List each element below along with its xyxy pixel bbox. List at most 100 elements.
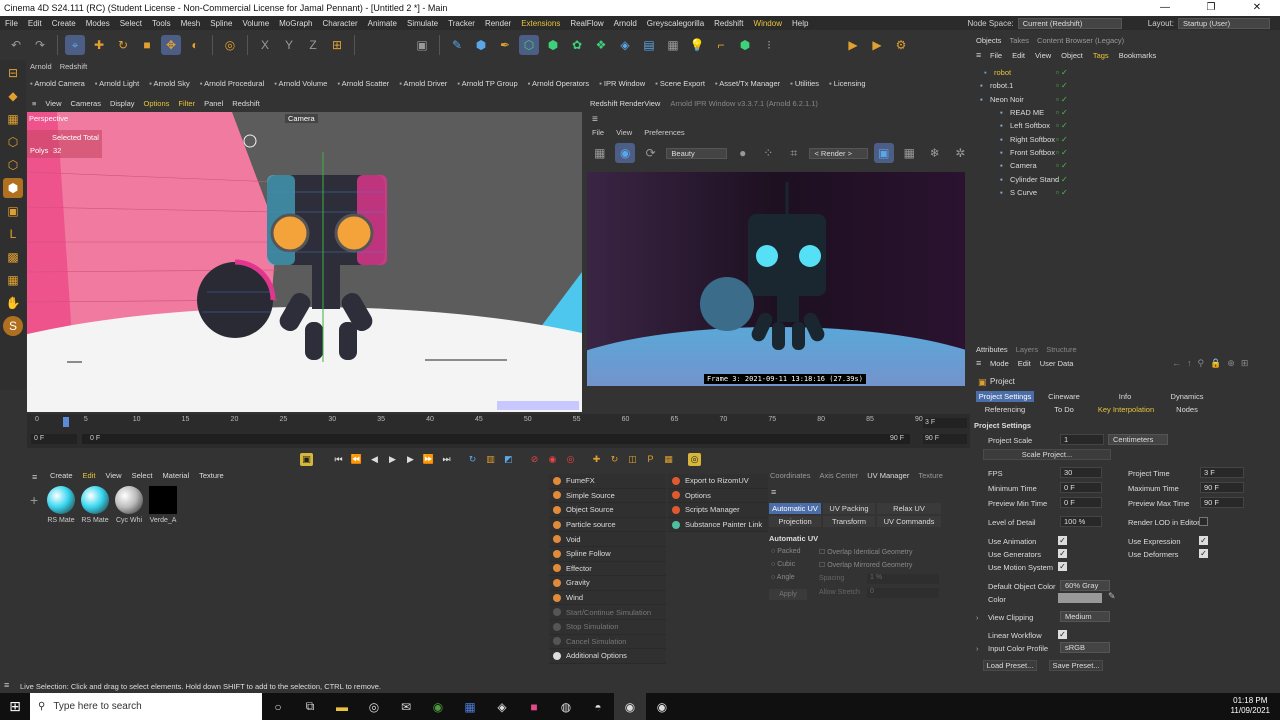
cube-icon[interactable]: ⬢ [471, 35, 491, 55]
key-param-icon[interactable]: P [644, 453, 657, 466]
material-menu-icon[interactable]: ≡ [32, 472, 37, 482]
material-item[interactable]: Verde_A [148, 486, 178, 524]
menu-extensions[interactable]: Extensions [516, 19, 565, 28]
overlap-mirrored-check[interactable]: ☐ Overlap Mirrored Geometry [819, 561, 912, 569]
max-time-field[interactable]: 90 F [1200, 482, 1244, 493]
relax-uv-tab[interactable]: Relax UV [877, 503, 941, 514]
tab-key-interpolation[interactable]: Key Interpolation [1094, 404, 1158, 415]
grid-view-icon[interactable]: ▦ [900, 143, 919, 163]
app-icon-3[interactable]: ◓ [582, 693, 614, 720]
arnold-ipr-window[interactable]: IPR Window [599, 79, 645, 88]
timeline-playhead[interactable] [63, 417, 69, 427]
menu-render[interactable]: Render [480, 19, 516, 28]
spline-pen-icon[interactable]: ✎ [447, 35, 467, 55]
material-item[interactable]: RS Mate [46, 486, 76, 524]
sound-icon[interactable]: ▥ [484, 453, 497, 466]
next-app-icon[interactable]: ■ [518, 693, 550, 720]
use-motion-checkbox[interactable]: ✓ [1058, 562, 1067, 571]
timeline[interactable]: 0 5 10 15 20 25 30 35 40 45 50 55 60 65 70 75 80 85 90 3 F… [27, 414, 970, 448]
objects-menu-file[interactable]: File [990, 51, 1002, 62]
keyframe-selection-icon[interactable]: ◎ [564, 453, 577, 466]
visibility-check-icon[interactable]: ▫ ✓ [1056, 148, 1068, 157]
app-icon-1[interactable]: ◎ [358, 693, 390, 720]
simulate-item-cancel-simulation[interactable]: Cancel Simulation [549, 634, 666, 650]
visibility-check-icon[interactable]: ▫ ✓ [1056, 175, 1068, 184]
tab-redshift[interactable]: Redshift [60, 62, 88, 73]
tab-coordinates[interactable]: Coordinates [770, 471, 810, 483]
simulate-item-particle-source[interactable]: Particle source [549, 517, 666, 533]
allow-stretch-field[interactable]: 0 [867, 588, 939, 598]
arnold-arnold-tp-group[interactable]: Arnold TP Group [457, 79, 518, 88]
key-pla-icon[interactable]: ▦ [662, 453, 675, 466]
grid-icon[interactable]: ⁝ [759, 35, 779, 55]
use-expression-checkbox[interactable]: ✓ [1199, 536, 1208, 545]
object-row[interactable]: ▪ S Curve ▫ ✓ [974, 186, 1280, 199]
preview-icon[interactable]: ◩ [502, 453, 515, 466]
snap-icon[interactable]: ◐ [185, 35, 205, 55]
viewport-perspective[interactable]: Perspective Camera Selected Total Polys … [27, 112, 582, 412]
key-rotation-icon[interactable]: ↻ [608, 453, 621, 466]
tab-objects[interactable]: Objects [976, 36, 1001, 48]
prev-frame-icon[interactable]: ◀ [368, 453, 381, 466]
objects-menu-tags[interactable]: Tags [1093, 51, 1109, 62]
cubic-radio[interactable]: ○ Cubic [771, 561, 795, 568]
simulate-item-stop-simulation[interactable]: Stop Simulation [549, 619, 666, 635]
menu-edit[interactable]: Edit [23, 19, 47, 28]
input-color-dropdown[interactable]: sRGB [1060, 642, 1110, 653]
simulate-item-additional-options[interactable]: Additional Options [549, 649, 666, 664]
use-deformers-checkbox[interactable]: ✓ [1199, 549, 1208, 558]
preview-max-field[interactable]: 90 F [1200, 497, 1244, 508]
viewport-menu-cameras[interactable]: Cameras [71, 99, 101, 108]
pen-icon[interactable]: ✒ [495, 35, 515, 55]
texture-icon[interactable]: ▦ [3, 109, 23, 129]
simulate-item-wind[interactable]: Wind [549, 590, 666, 606]
tab-info[interactable]: Info [1100, 391, 1150, 402]
menu-tools[interactable]: Tools [147, 19, 176, 28]
autokey-icon[interactable]: ◉ [546, 453, 559, 466]
object-row[interactable]: ▪ Neon Noir ▫ ✓ [974, 93, 1280, 106]
ipr-window-title[interactable]: Arnold IPR Window v3.3.7.1 (Arnold 6.2.1… [670, 99, 818, 108]
arnold-arnold-camera[interactable]: Arnold Camera [30, 79, 84, 88]
menu-greyscalegorilla[interactable]: Greyscalegorilla [642, 19, 709, 28]
menu-file[interactable]: File [0, 19, 23, 28]
simulate-item-simple-source[interactable]: Simple Source [549, 488, 666, 504]
crop-icon[interactable]: ⌗ [784, 143, 803, 163]
scene-icon[interactable]: ⬢ [735, 35, 755, 55]
menu-mesh[interactable]: Mesh [176, 19, 206, 28]
menu-realflow[interactable]: RealFlow [565, 19, 608, 28]
menu-spline[interactable]: Spline [205, 19, 237, 28]
viewport-menu-options[interactable]: Options [144, 99, 170, 108]
next-key-icon[interactable]: ⏩ [422, 453, 435, 466]
end-frame-field[interactable]: 90 F [923, 434, 967, 444]
scale-project-button[interactable]: Scale Project... [983, 449, 1111, 460]
calculator-icon[interactable]: ▦ [454, 693, 486, 720]
simulate-item-start-continue-simulation[interactable]: Start/Continue Simulation [549, 605, 666, 620]
viewport-menu-view[interactable]: View [45, 99, 61, 108]
clapper-icon[interactable]: ▦ [590, 143, 609, 163]
tab-nodes[interactable]: Nodes [1160, 404, 1214, 415]
visibility-check-icon[interactable]: ▫ ✓ [1056, 188, 1068, 197]
render-lod-checkbox[interactable] [1199, 517, 1208, 526]
arnold-licensing[interactable]: Licensing [829, 79, 866, 88]
minimize-button[interactable]: — [1142, 0, 1188, 16]
arnold-utilities[interactable]: Utilities [790, 79, 819, 88]
object-row[interactable]: ▪ Front Softbox ▫ ✓ [974, 146, 1280, 159]
renderview-title[interactable]: Redshift RenderView [590, 99, 660, 108]
tab-todo[interactable]: To Do [1038, 404, 1090, 415]
tab-uv-manager[interactable]: UV Manager [867, 471, 909, 483]
record-keys-icon[interactable]: ⊘ [528, 453, 541, 466]
snapshot-icon[interactable]: ● [733, 143, 752, 163]
material-item[interactable]: Cyc Whi [114, 486, 144, 524]
arnold-arnold-light[interactable]: Arnold Light [95, 79, 139, 88]
menu-help[interactable]: Help [787, 19, 813, 28]
object-row[interactable]: ▪ Cylinder Stand ▫ ✓ [974, 172, 1280, 185]
visibility-check-icon[interactable]: ▫ ✓ [1056, 81, 1068, 90]
system-clock[interactable]: 01:18 PM 11/09/2021 [1231, 696, 1270, 716]
linear-workflow-checkbox[interactable]: ✓ [1058, 630, 1067, 639]
visibility-check-icon[interactable]: ▫ ✓ [1056, 68, 1068, 77]
snapping-icon[interactable]: ▦ [3, 270, 23, 290]
use-generators-checkbox[interactable]: ✓ [1058, 549, 1067, 558]
floor-icon[interactable]: ▤ [639, 35, 659, 55]
prev-key-icon[interactable]: ⏪ [350, 453, 363, 466]
menu-character[interactable]: Character [318, 19, 363, 28]
